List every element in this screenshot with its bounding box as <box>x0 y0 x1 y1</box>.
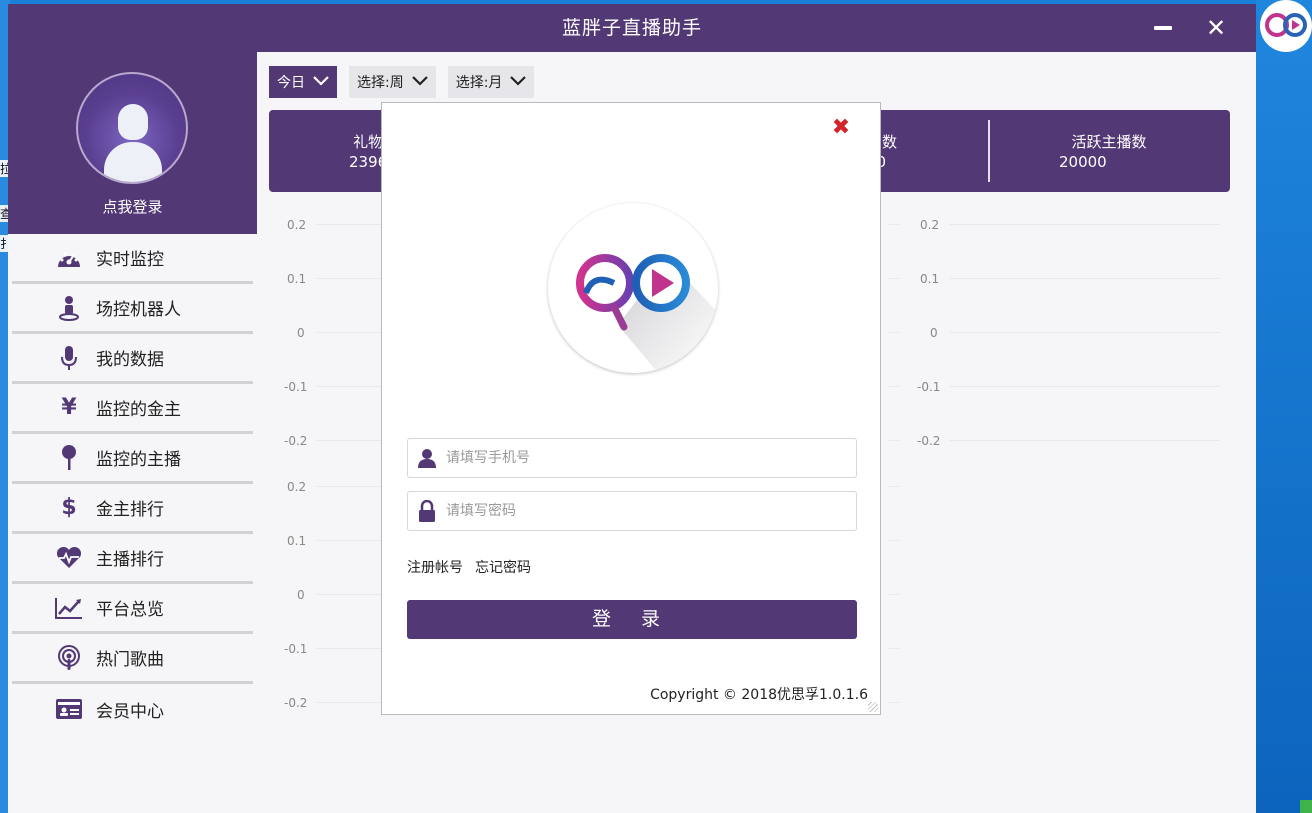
copyright-text: Copyright © 2018优思孚1.0.1.6 <box>650 687 868 703</box>
sidebar-item-label: 监控的金主 <box>96 400 181 420</box>
resize-grip[interactable] <box>868 702 878 712</box>
id-card-icon <box>54 695 84 723</box>
stat-active-anchors-value: 20000 <box>1059 153 1107 171</box>
axis-tick: -0.2 <box>917 434 941 448</box>
user-avatar-icon[interactable] <box>76 72 188 184</box>
axis-tick: -0.1 <box>917 380 941 394</box>
line-chart-icon <box>54 594 84 622</box>
minimize-icon[interactable] <box>1154 26 1172 30</box>
chevron-down-icon <box>313 74 329 90</box>
auth-links: 注册帐号 忘记密码 <box>407 557 531 577</box>
sidebar-item-label: 主播排行 <box>96 550 164 570</box>
sidebar-item-label: 监控的主播 <box>96 450 181 470</box>
app-logo-icon <box>1265 13 1307 37</box>
dollar-icon: $ <box>61 495 77 520</box>
filter-month[interactable]: 选择:月 <box>447 66 535 98</box>
login-link[interactable]: 点我登录 <box>8 196 257 217</box>
heartbeat-icon <box>54 544 84 572</box>
chevron-down-icon <box>510 74 527 90</box>
desktop-app-icon[interactable] <box>1260 0 1312 52</box>
sidebar-item-monitored-patrons[interactable]: ¥ 监控的金主 <box>12 384 253 434</box>
robot-icon <box>54 294 84 322</box>
sidebar-item-label: 实时监控 <box>96 250 164 270</box>
desktop-right-edge <box>1256 0 1312 813</box>
sidebar-item-label: 热门歌曲 <box>96 650 164 670</box>
axis-tick: -0.2 <box>284 434 308 448</box>
sidebar: 点我登录 实时监控 场控机器人 我的数据 ¥ 监控的金主 监控的主播 $ 金主排… <box>8 52 257 813</box>
filter-week[interactable]: 选择:周 <box>349 66 436 98</box>
axis-tick: 0.2 <box>287 218 307 232</box>
sidebar-item-patron-ranking[interactable]: $ 金主排行 <box>12 484 253 534</box>
stat-active-anchors-label: 活跃主播数 <box>1071 133 1147 151</box>
pin-icon <box>54 444 84 472</box>
title-bar: 蓝胖子直播助手 ✕ <box>8 4 1256 52</box>
close-icon[interactable]: ✖ <box>830 117 852 139</box>
axis-tick: -0.1 <box>284 642 308 656</box>
sidebar-menu: 实时监控 场控机器人 我的数据 ¥ 监控的金主 监控的主播 $ 金主排行 主播排… <box>8 234 257 734</box>
stat-divider <box>988 120 990 182</box>
sidebar-item-platform-overview[interactable]: 平台总览 <box>12 584 253 634</box>
close-icon[interactable]: ✕ <box>1202 14 1230 42</box>
sidebar-item-hot-songs[interactable]: 热门歌曲 <box>12 634 253 684</box>
axis-tick: 0 <box>297 588 305 602</box>
axis-tick: 0.1 <box>920 272 940 286</box>
axis-tick: 0.1 <box>287 272 307 286</box>
phone-field[interactable] <box>407 438 857 478</box>
filter-today-label: 今日 <box>277 75 305 91</box>
axis-tick: 0.1 <box>287 534 307 548</box>
filter-week-label: 选择:周 <box>357 75 404 91</box>
microphone-icon <box>54 344 84 372</box>
sidebar-item-label: 平台总览 <box>96 600 164 620</box>
lock-icon <box>408 500 446 522</box>
axis-tick: -0.1 <box>284 380 308 394</box>
sidebar-item-label: 我的数据 <box>96 350 164 370</box>
axis-tick: 0.2 <box>287 480 307 494</box>
chevron-down-icon <box>411 74 428 90</box>
register-link[interactable]: 注册帐号 <box>407 557 463 577</box>
sidebar-item-realtime-monitor[interactable]: 实时监控 <box>12 234 253 284</box>
password-field[interactable] <box>407 491 857 531</box>
axis-tick: 0 <box>297 326 305 340</box>
dashboard-icon <box>54 244 84 272</box>
filter-bar: 今日 选择:周 选择:月 <box>269 66 535 98</box>
taskbar-indicator <box>1300 800 1312 813</box>
sidebar-item-member-center[interactable]: 会员中心 <box>12 684 253 734</box>
password-input[interactable] <box>446 493 856 529</box>
profile-panel: 点我登录 <box>8 52 257 234</box>
sidebar-item-control-robot[interactable]: 场控机器人 <box>12 284 253 334</box>
window-title: 蓝胖子直播助手 <box>561 17 702 39</box>
sidebar-item-label: 金主排行 <box>96 500 164 520</box>
sidebar-item-my-data[interactable]: 我的数据 <box>12 334 253 384</box>
filter-month-label: 选择:月 <box>455 75 503 91</box>
sidebar-item-label: 场控机器人 <box>96 300 181 320</box>
stat-active-anchors: 活跃主播数 20000 <box>1059 132 1159 172</box>
yen-icon: ¥ <box>61 395 77 420</box>
axis-tick: -0.2 <box>284 696 308 710</box>
podcast-icon <box>54 644 84 672</box>
sidebar-item-monitored-anchors[interactable]: 监控的主播 <box>12 434 253 484</box>
axis-tick: 0.2 <box>920 218 940 232</box>
forgot-password-link[interactable]: 忘记密码 <box>475 557 531 577</box>
app-logo-icon <box>548 203 718 373</box>
login-button[interactable]: 登 录 <box>407 600 857 639</box>
user-icon <box>408 448 446 468</box>
login-dialog: ✖ 请填写手机号 注册帐号 忘记密码 登 录 Copyright © 2018优… <box>381 102 881 715</box>
sidebar-item-label: 会员中心 <box>96 701 164 722</box>
axis-tick: 0 <box>930 326 938 340</box>
sidebar-item-anchor-ranking[interactable]: 主播排行 <box>12 534 253 584</box>
phone-input[interactable] <box>446 440 856 476</box>
filter-today[interactable]: 今日 <box>269 66 337 98</box>
